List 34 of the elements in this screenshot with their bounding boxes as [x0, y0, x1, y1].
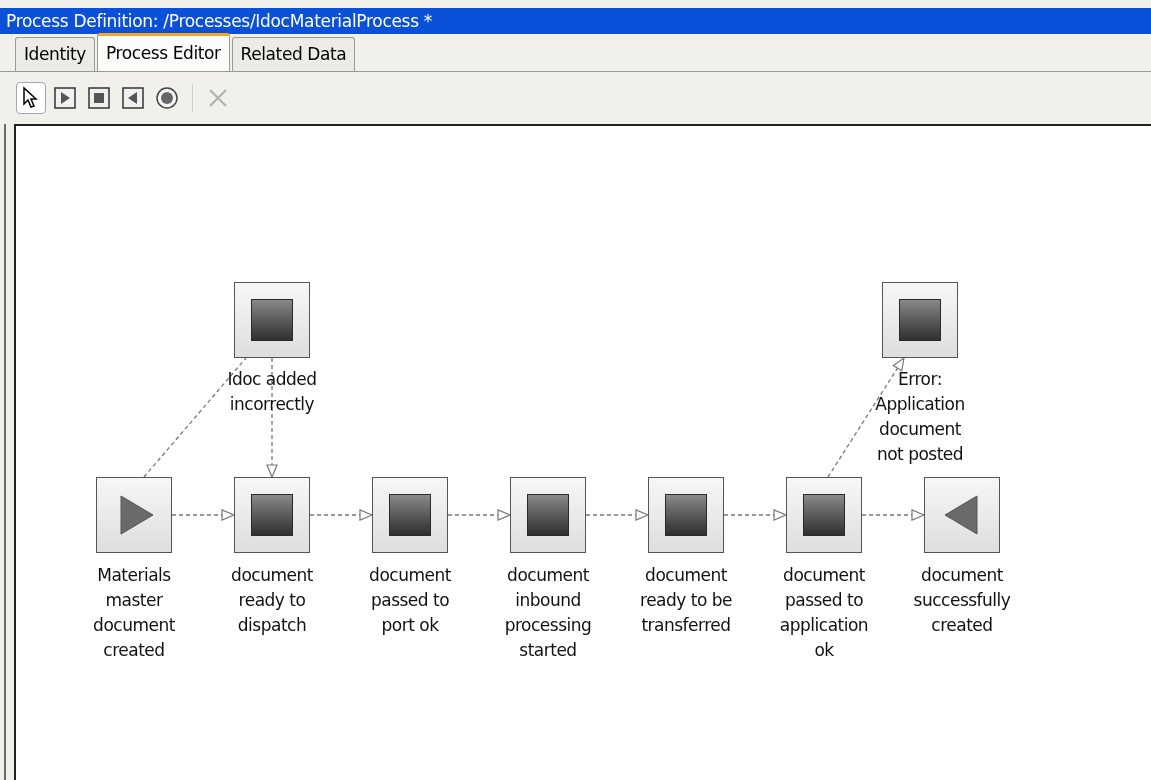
reverse-icon	[120, 85, 146, 111]
task-node[interactable]	[234, 477, 310, 553]
node-label: Error: Application document not posted	[874, 368, 966, 466]
tab[interactable]: Process Editor	[96, 33, 230, 71]
task-node[interactable]	[234, 282, 310, 358]
diagram-canvas[interactable]	[14, 124, 1151, 780]
node-label: document passed to application ok	[778, 564, 870, 662]
end-node[interactable]	[924, 477, 1000, 553]
task-node[interactable]	[882, 282, 958, 358]
node-label: document successfully created	[912, 564, 1012, 637]
connector-arrow	[585, 509, 650, 521]
tool-button[interactable]	[16, 82, 46, 114]
connector-arrow	[309, 509, 374, 521]
connector-arrow	[861, 509, 926, 521]
connector-arrow	[447, 509, 512, 521]
play-icon	[52, 85, 78, 111]
node-label: Materials master document created	[92, 564, 176, 662]
node-label: document passed to port ok	[368, 564, 452, 637]
node-label: Idoc added incorrectly	[226, 368, 318, 416]
stop-icon	[86, 85, 112, 111]
task-node[interactable]	[786, 477, 862, 553]
tab[interactable]: Related Data	[231, 37, 356, 71]
node-label: document ready to be transferred	[639, 564, 733, 637]
task-node[interactable]	[648, 477, 724, 553]
connector-arrow	[723, 509, 788, 521]
window-title: Process Definition: /Processes/IdocMaterialProcess *	[0, 8, 1151, 34]
record-icon	[154, 85, 180, 111]
start-node[interactable]	[96, 477, 172, 553]
node-label: document ready to dispatch	[230, 564, 314, 637]
connector-arrow	[171, 509, 236, 521]
task-node[interactable]	[372, 477, 448, 553]
tab[interactable]: Identity	[15, 37, 95, 71]
task-node[interactable]	[510, 477, 586, 553]
node-label: document inbound processing started	[503, 564, 593, 662]
